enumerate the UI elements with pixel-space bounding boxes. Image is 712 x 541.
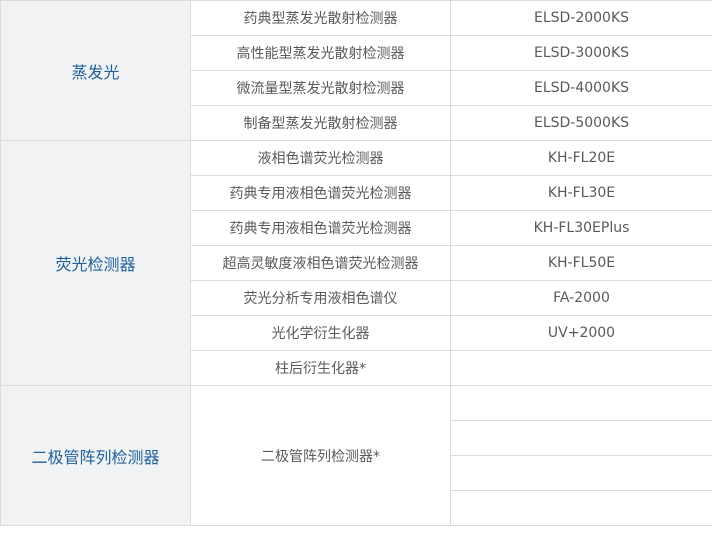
product-name: 二极管阵列检测器* xyxy=(190,385,451,526)
product-name: 药典专用液相色谱荧光检测器 xyxy=(190,210,451,246)
product-model xyxy=(450,350,712,386)
category-cell: 蒸发光 xyxy=(0,0,191,141)
product-model xyxy=(450,420,712,456)
product-table: 蒸发光 药典型蒸发光散射检测器 ELSD-2000KS 高性能型蒸发光散射检测器… xyxy=(0,0,712,526)
category-cell: 二极管阵列检测器 xyxy=(0,385,191,526)
product-model xyxy=(450,385,712,421)
table-row: 荧光检测器 液相色谱荧光检测器 KH-FL20E xyxy=(0,140,712,386)
product-model: KH-FL30EPlus xyxy=(450,210,712,246)
product-model: FA-2000 xyxy=(450,280,712,316)
product-name: 高性能型蒸发光散射检测器 xyxy=(190,35,451,71)
product-model xyxy=(450,455,712,491)
table-row: 蒸发光 药典型蒸发光散射检测器 ELSD-2000KS xyxy=(0,0,712,141)
product-name: 柱后衍生化器* xyxy=(190,350,451,386)
product-name: 药典型蒸发光散射检测器 xyxy=(190,0,451,36)
table-row: 二极管阵列检测器 二极管阵列检测器* xyxy=(0,385,712,526)
product-model: KH-FL30E xyxy=(450,175,712,211)
product-model: KH-FL50E xyxy=(450,245,712,281)
product-name: 超高灵敏度液相色谱荧光检测器 xyxy=(190,245,451,281)
product-name: 制备型蒸发光散射检测器 xyxy=(190,105,451,141)
product-model: ELSD-5000KS xyxy=(450,105,712,141)
product-name: 液相色谱荧光检测器 xyxy=(190,140,451,176)
product-name: 药典专用液相色谱荧光检测器 xyxy=(190,175,451,211)
product-model: ELSD-4000KS xyxy=(450,70,712,106)
product-model: UV+2000 xyxy=(450,315,712,351)
product-name: 微流量型蒸发光散射检测器 xyxy=(190,70,451,106)
product-model xyxy=(450,490,712,526)
product-name: 荧光分析专用液相色谱仪 xyxy=(190,280,451,316)
product-model: KH-FL20E xyxy=(450,140,712,176)
category-cell: 荧光检测器 xyxy=(0,140,191,386)
product-model: ELSD-3000KS xyxy=(450,35,712,71)
product-name: 光化学衍生化器 xyxy=(190,315,451,351)
product-model: ELSD-2000KS xyxy=(450,0,712,36)
